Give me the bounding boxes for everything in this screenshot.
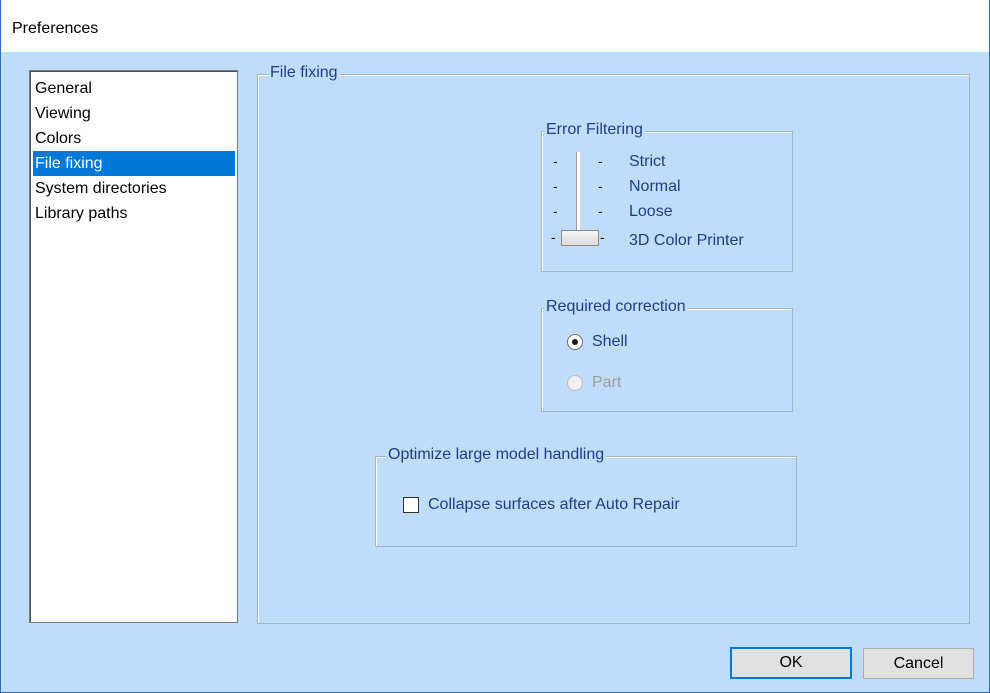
part-radio bbox=[567, 375, 583, 391]
slider-tick: - bbox=[598, 178, 603, 194]
file-fixing-group-title: File fixing bbox=[268, 64, 340, 82]
title-bar[interactable]: Preferences bbox=[1, 0, 989, 52]
error-filtering-group-title: Error Filtering bbox=[544, 121, 645, 139]
category-item-file-fixing[interactable]: File fixing bbox=[33, 151, 235, 176]
preferences-dialog: Preferences General Viewing Colors File … bbox=[0, 0, 990, 693]
level-label-strict: Strict bbox=[629, 153, 666, 170]
collapse-surfaces-label: Collapse surfaces after Auto Repair bbox=[428, 496, 680, 513]
required-correction-group-title: Required correction bbox=[544, 298, 688, 316]
slider-tick: - bbox=[598, 203, 603, 219]
shell-radio-option[interactable]: Shell bbox=[567, 333, 628, 351]
error-filter-slider-track[interactable] bbox=[576, 152, 581, 242]
part-radio-option: Part bbox=[567, 374, 621, 392]
shell-radio-label: Shell bbox=[592, 333, 628, 350]
slider-tick: - bbox=[553, 153, 558, 169]
required-correction-group: Required correction bbox=[541, 298, 793, 412]
category-item-colors[interactable]: Colors bbox=[33, 126, 235, 151]
category-item-system-directories[interactable]: System directories bbox=[33, 176, 235, 201]
category-list[interactable]: General Viewing Colors File fixing Syste… bbox=[29, 70, 238, 623]
slider-tick: - bbox=[600, 229, 605, 245]
level-label-3d-color-printer: 3D Color Printer bbox=[629, 232, 744, 249]
category-item-viewing[interactable]: Viewing bbox=[33, 101, 235, 126]
slider-tick: - bbox=[551, 229, 556, 245]
window-title: Preferences bbox=[12, 20, 99, 37]
slider-tick: - bbox=[598, 153, 603, 169]
collapse-surfaces-checkbox[interactable] bbox=[403, 497, 419, 513]
ok-button[interactable]: OK bbox=[730, 647, 852, 679]
shell-radio[interactable] bbox=[567, 334, 583, 350]
error-filter-slider-thumb[interactable] bbox=[561, 230, 599, 246]
slider-tick: - bbox=[553, 203, 558, 219]
category-item-general[interactable]: General bbox=[33, 76, 235, 101]
part-radio-label: Part bbox=[592, 374, 622, 391]
level-label-loose: Loose bbox=[629, 203, 673, 220]
large-model-group-title: Optimize large model handling bbox=[386, 446, 607, 464]
cancel-button[interactable]: Cancel bbox=[863, 648, 974, 679]
category-item-library-paths[interactable]: Library paths bbox=[33, 201, 235, 226]
collapse-surfaces-option[interactable]: Collapse surfaces after Auto Repair bbox=[403, 496, 680, 514]
level-label-normal: Normal bbox=[629, 178, 681, 195]
slider-tick: - bbox=[553, 178, 558, 194]
